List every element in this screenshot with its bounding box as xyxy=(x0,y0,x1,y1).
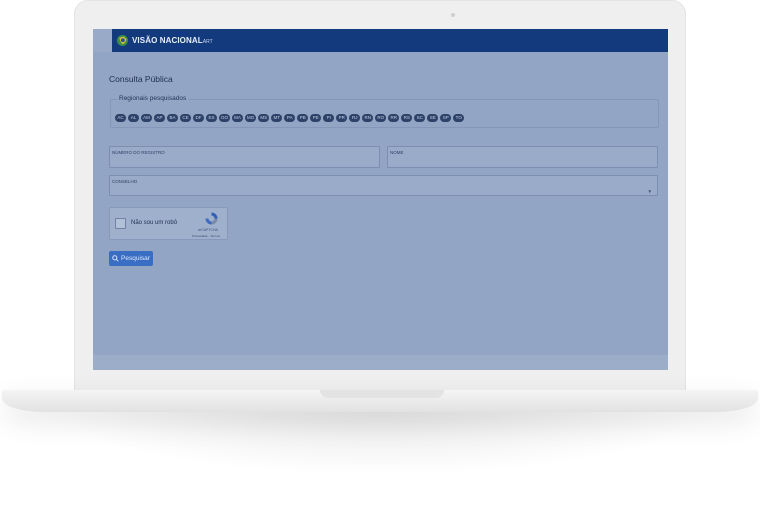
regional-chip-ac[interactable]: AC xyxy=(115,114,126,122)
laptop-base xyxy=(2,390,758,412)
recaptcha-checkbox[interactable] xyxy=(115,218,126,229)
regional-chip-ma[interactable]: MA xyxy=(232,114,244,122)
conselho-label: CONSELHO xyxy=(112,179,138,184)
numero-registro-label: NÚMERO DO REGISTRO xyxy=(112,150,165,155)
brand-suffix: ART xyxy=(202,39,213,45)
numero-registro-field[interactable]: NÚMERO DO REGISTRO xyxy=(109,146,380,168)
regional-chip-al[interactable]: AL xyxy=(128,114,139,122)
regional-chip-sc[interactable]: SC xyxy=(414,114,426,122)
regional-chip-pa[interactable]: PA xyxy=(284,114,296,122)
recaptcha-links[interactable]: Privacidade - Termos xyxy=(192,234,220,238)
camera-dot xyxy=(451,13,455,17)
laptop-mockup: VISÃO NACIONAL ART Consulta Pública Regi… xyxy=(0,0,760,515)
brand-name: VISÃO NACIONAL xyxy=(132,36,203,45)
conselho-select[interactable]: CONSELHO ▼ xyxy=(109,175,658,196)
regional-chip-go[interactable]: GO xyxy=(219,114,231,122)
laptop-screen: VISÃO NACIONAL ART Consulta Pública Regi… xyxy=(93,29,668,370)
regional-chip-to[interactable]: TO xyxy=(453,114,465,122)
regional-chip-mg[interactable]: MG xyxy=(245,114,257,122)
regional-chip-es[interactable]: ES xyxy=(206,114,217,122)
page-title: Consulta Pública xyxy=(109,74,173,84)
regional-chip-pi[interactable]: PI xyxy=(323,114,335,122)
regional-chip-ba[interactable]: BA xyxy=(167,114,178,122)
regional-chip-pr[interactable]: PR xyxy=(336,114,348,122)
brand-bar[interactable]: VISÃO NACIONAL ART xyxy=(112,29,668,52)
search-button[interactable]: Pesquisar xyxy=(109,251,153,266)
brazil-globe-icon xyxy=(116,34,129,47)
regional-chip-ap[interactable]: AP xyxy=(154,114,165,122)
regional-chip-pb[interactable]: PB xyxy=(297,114,309,122)
regional-chip-am[interactable]: AM xyxy=(141,114,152,122)
regional-chip-pe[interactable]: PE xyxy=(310,114,322,122)
regional-chip-rn[interactable]: RN xyxy=(362,114,374,122)
regional-chip-se[interactable]: SE xyxy=(427,114,439,122)
search-icon xyxy=(112,255,119,262)
regionais-fieldset: Regionais pesquisados AC AL AM AP BA CE DF ES GO… xyxy=(110,95,659,128)
laptop-notch xyxy=(320,390,444,398)
chevron-down-icon: ▼ xyxy=(647,189,652,194)
nome-field[interactable]: NOME xyxy=(387,146,658,168)
search-button-label: Pesquisar xyxy=(121,255,150,262)
regional-chip-mt[interactable]: MT xyxy=(271,114,283,122)
screen-footer-strip xyxy=(93,355,668,370)
recaptcha-widget: Não sou um robô reCAPTCHA Privacidade - … xyxy=(109,207,228,240)
regional-chip-rr[interactable]: RR xyxy=(388,114,400,122)
regional-chip-ro[interactable]: RO xyxy=(375,114,387,122)
regional-chip-df[interactable]: DF xyxy=(193,114,204,122)
recaptcha-brand: reCAPTCHA xyxy=(198,228,218,232)
regionais-legend: Regionais pesquisados xyxy=(117,95,189,102)
regional-chip-sp[interactable]: SP xyxy=(440,114,452,122)
regional-chip-ce[interactable]: CE xyxy=(180,114,191,122)
regional-chip-rj[interactable]: RJ xyxy=(349,114,361,122)
recaptcha-logo-icon xyxy=(205,212,218,225)
nome-label: NOME xyxy=(390,150,404,155)
floor-shadow xyxy=(40,405,720,475)
regional-chip-ms[interactable]: MS xyxy=(258,114,270,122)
regionais-chip-list: AC AL AM AP BA CE DF ES GO MA MG MS MT PA PB PE PI PR RJ RN… xyxy=(115,114,465,122)
regional-chip-rs[interactable]: RS xyxy=(401,114,413,122)
recaptcha-label: Não sou um robô xyxy=(131,220,178,226)
